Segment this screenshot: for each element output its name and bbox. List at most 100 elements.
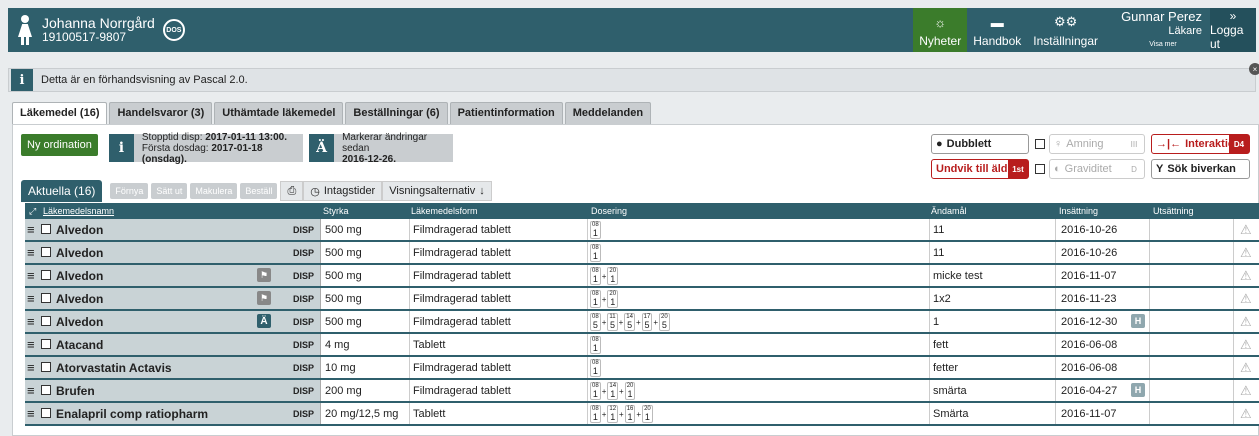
col-name[interactable]: Läkemedelsnamn xyxy=(43,206,114,216)
interaktion-button[interactable]: →|← Interaktion D4 xyxy=(1151,134,1250,154)
strength-cell: 500 mg xyxy=(325,224,362,236)
table-row[interactable]: ≡ Alvedon ⚑ DISP 500 mg Filmdragerad tablett… xyxy=(25,265,1259,288)
intagstider-button[interactable]: ◷ Intagstider xyxy=(303,181,383,201)
medication-name[interactable]: Alvedon xyxy=(56,292,103,306)
row-checkbox[interactable] xyxy=(41,385,51,395)
medication-name[interactable]: Alvedon xyxy=(56,269,103,283)
row-checkbox[interactable] xyxy=(41,224,51,234)
satt-ut-button[interactable]: Sätt ut xyxy=(151,183,188,199)
warning-icon[interactable]: ⚠ xyxy=(1240,291,1256,306)
table-row[interactable]: ≡ Alvedon Ä DISP 500 mg Filmdragerad tablett… xyxy=(25,311,1259,334)
menu-icon[interactable]: ≡ xyxy=(27,407,35,420)
col-strength[interactable]: Styrka xyxy=(323,206,349,216)
show-more-link[interactable]: Visa mer xyxy=(1104,38,1202,52)
name-cell: ≡ Alvedon DISP xyxy=(25,242,321,263)
warning-icon[interactable]: ⚠ xyxy=(1240,337,1256,352)
warning-icon[interactable]: ⚠ xyxy=(1240,314,1256,329)
dose-fraction: 08 1 xyxy=(590,244,601,262)
row-checkbox[interactable] xyxy=(41,339,51,349)
table-row[interactable]: ≡ Brufen DISP 200 mg Filmdragerad tablett 08… xyxy=(25,380,1259,403)
dos-icon[interactable]: DOS xyxy=(162,19,185,41)
bestall-button[interactable]: Beställ xyxy=(240,183,278,199)
table-row[interactable]: ≡ Enalapril comp ratiopharm DISP 20 mg/12,… xyxy=(25,403,1259,426)
row-checkbox[interactable] xyxy=(41,270,51,280)
row-checkbox[interactable] xyxy=(41,408,51,418)
form-cell: Filmdragerad tablett xyxy=(413,362,511,374)
medication-name[interactable]: Brufen xyxy=(56,384,95,398)
visningsalternativ-button[interactable]: Visningsalternativ ↓ xyxy=(382,181,492,201)
close-icon[interactable]: × xyxy=(1249,63,1259,75)
print-button[interactable]: ⎙ xyxy=(280,181,304,201)
col-insert[interactable]: Insättning xyxy=(1059,206,1098,216)
warning-icon[interactable]: ⚠ xyxy=(1240,245,1256,260)
dose-fraction: 08 1 xyxy=(590,290,601,308)
purpose-cell: fetter xyxy=(933,362,959,374)
dose-fraction: 08 1 xyxy=(590,267,601,285)
user-role: Läkare xyxy=(1168,25,1202,37)
news-button[interactable]: ☼ Nyheter xyxy=(913,8,968,52)
menu-icon[interactable]: ≡ xyxy=(27,223,35,236)
table-row[interactable]: ≡ Atorvastatin Actavis DISP 10 mg Filmdrage… xyxy=(25,357,1259,380)
dose-cell: 08 1 +14 1 +20 1 xyxy=(590,382,636,400)
makulera-button[interactable]: Makulera xyxy=(190,183,238,199)
medication-name[interactable]: Atorvastatin Actavis xyxy=(56,361,172,375)
row-checkbox[interactable] xyxy=(41,293,51,303)
menu-icon[interactable]: ≡ xyxy=(27,315,35,328)
undvik-checkbox[interactable] xyxy=(1035,164,1045,174)
form-cell: Tablett xyxy=(413,408,446,420)
col-dose[interactable]: Dosering xyxy=(591,206,627,216)
user-menu[interactable]: Gunnar Perez Läkare Visa mer xyxy=(1104,8,1210,52)
fornya-button[interactable]: Förnya xyxy=(110,183,149,199)
tab-uthamtade[interactable]: Uthämtade läkemedel xyxy=(214,102,344,124)
dubblett-button[interactable]: ● Dubblett xyxy=(931,134,1029,154)
info-icon: i xyxy=(11,69,33,91)
tab-aktuella[interactable]: Aktuella (16) xyxy=(21,180,103,202)
new-order-button[interactable]: Ny ordination xyxy=(21,134,98,156)
menu-icon[interactable]: ≡ xyxy=(27,292,35,305)
menu-icon[interactable]: ≡ xyxy=(27,246,35,259)
medication-name[interactable]: Alvedon xyxy=(56,246,103,260)
row-checkbox[interactable] xyxy=(41,247,51,257)
logout-button[interactable]: » Logga ut xyxy=(1210,8,1256,52)
table-row[interactable]: ≡ Alvedon DISP 500 mg Filmdragerad tablett 0… xyxy=(25,242,1259,265)
tab-meddelanden[interactable]: Meddelanden xyxy=(564,102,652,124)
settings-button[interactable]: ⚙⚙ Inställningar xyxy=(1027,8,1104,52)
undvik-aldre-button[interactable]: Undvik till äldre 1st xyxy=(931,159,1029,179)
col-remove[interactable]: Utsättning xyxy=(1153,206,1194,216)
expand-icon[interactable]: ⤢ xyxy=(29,206,36,217)
table-row[interactable]: ≡ Alvedon DISP 500 mg Filmdragerad tablett 0… xyxy=(25,219,1259,242)
tab-patientinformation[interactable]: Patientinformation xyxy=(449,102,563,124)
menu-icon[interactable]: ≡ xyxy=(27,384,35,397)
menu-icon[interactable]: ≡ xyxy=(27,361,35,374)
row-checkbox[interactable] xyxy=(41,316,51,326)
row-checkbox[interactable] xyxy=(41,362,51,372)
sok-biverkan-button[interactable]: Y Sök biverkan xyxy=(1151,159,1250,179)
table-row[interactable]: ≡ Atacand DISP 4 mg Tablett 08 1 fett 2016-06-0… xyxy=(25,334,1259,357)
table-row[interactable]: ≡ Alvedon ⚑ DISP 500 mg Filmdragerad tablett… xyxy=(25,288,1259,311)
dose-fraction: 17 5 xyxy=(641,313,653,331)
tab-bestallningar[interactable]: Beställningar (6) xyxy=(345,102,448,124)
col-form[interactable]: Läkemedelsform xyxy=(411,206,478,216)
amning-button[interactable]: ♀ Amning III xyxy=(1049,134,1145,154)
menu-icon[interactable]: ≡ xyxy=(27,338,35,351)
medication-name[interactable]: Alvedon xyxy=(56,223,103,237)
handbook-button[interactable]: ▬ Handbok xyxy=(967,8,1027,52)
tab-lakemedel[interactable]: Läkemedel (16) xyxy=(12,102,108,125)
purpose-cell: Smärta xyxy=(933,408,969,420)
menu-icon[interactable]: ≡ xyxy=(27,269,35,282)
warning-icon[interactable]: ⚠ xyxy=(1240,406,1256,421)
col-purpose[interactable]: Ändamål xyxy=(931,206,967,216)
medication-name[interactable]: Alvedon xyxy=(56,315,103,329)
female-person-icon xyxy=(18,15,32,45)
warning-icon[interactable]: ⚠ xyxy=(1240,383,1256,398)
graviditet-button[interactable]: ◐ Graviditet D xyxy=(1049,159,1145,179)
medication-name[interactable]: Atacand xyxy=(56,338,103,352)
warning-icon[interactable]: ⚠ xyxy=(1240,222,1256,237)
warning-icon[interactable]: ⚠ xyxy=(1240,268,1256,283)
medication-name[interactable]: Enalapril comp ratiopharm xyxy=(56,407,208,421)
warning-icon[interactable]: ⚠ xyxy=(1240,360,1256,375)
tab-handelsvaror[interactable]: Handelsvaror (3) xyxy=(109,102,213,124)
strength-cell: 20 mg/12,5 mg xyxy=(325,408,399,420)
dubblett-checkbox[interactable] xyxy=(1035,139,1045,149)
form-cell: Filmdragerad tablett xyxy=(413,316,511,328)
